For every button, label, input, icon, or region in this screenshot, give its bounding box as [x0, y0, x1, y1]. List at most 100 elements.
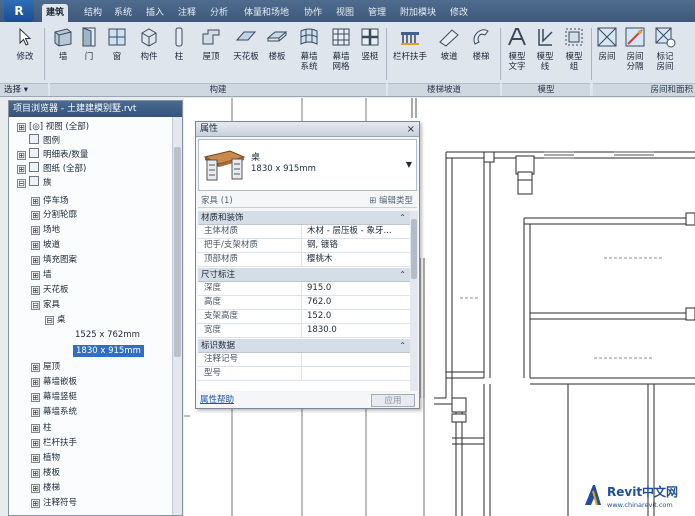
tab-insert[interactable]: 插入 [142, 4, 168, 22]
property-row[interactable]: 把手/支架材质 钢, 镀铬 [198, 239, 410, 253]
group-identity-data[interactable]: 标识数据 ⌃ [198, 339, 410, 353]
expand-icon[interactable]: ⊞ [31, 424, 40, 433]
tab-add-ins[interactable]: 附加模块 [396, 4, 440, 22]
expand-icon[interactable]: ⊞ [31, 408, 40, 417]
property-value[interactable]: 樱桃木 [303, 253, 410, 267]
expand-icon[interactable]: ⊞ [31, 454, 40, 463]
expand-icon[interactable]: ⊞ [31, 363, 40, 372]
application-menu-button[interactable]: R [4, 0, 34, 22]
apply-button[interactable]: 应用 [371, 394, 415, 407]
tab-modify[interactable]: 修改 [446, 4, 472, 22]
tab-collaborate[interactable]: 协作 [300, 4, 326, 22]
tab-systems[interactable]: 系统 [110, 4, 136, 22]
expand-icon[interactable]: ⊞ [31, 378, 40, 387]
tree-item-planting[interactable]: ⊞ 植物 [31, 451, 60, 465]
collapse-icon[interactable]: ⊟ [45, 316, 54, 325]
group-materials[interactable]: 材质和装饰 ⌃ [198, 211, 410, 225]
curtain-system-tool[interactable]: 幕墙 系统 [294, 26, 324, 82]
tree-item-curtain-mullions[interactable]: ⊞ 幕墙竖梃 [31, 390, 77, 404]
modify-tool[interactable]: 修改 [12, 26, 38, 82]
select-panel-dropdown[interactable]: 选择 ▾ [0, 83, 48, 96]
property-value[interactable] [303, 367, 410, 381]
property-value[interactable]: 1830.0 [303, 324, 410, 338]
tree-item-roofs[interactable]: ⊞ 屋顶 [31, 360, 60, 374]
type-selector[interactable]: 桌 1830 x 915mm ▼ [198, 139, 417, 191]
tree-item-parking[interactable]: ⊞ 停车场 [31, 194, 69, 208]
property-row[interactable]: 型号 [198, 367, 410, 381]
expand-icon[interactable]: ⊞ [31, 226, 40, 235]
tree-item-sheets[interactable]: ⊞ 图纸 (全部) [17, 162, 86, 176]
room-tool[interactable]: 房间 [594, 26, 620, 82]
property-row[interactable]: 顶部材质 樱桃木 [198, 253, 410, 267]
tree-item-views[interactable]: ⊞ [◎] 视图 (全部) [17, 120, 89, 134]
scrollbar-thumb[interactable] [411, 219, 417, 279]
expand-icon[interactable]: ⊞ [31, 393, 40, 402]
stair-tool[interactable]: 楼梯 [466, 26, 496, 82]
property-row[interactable]: 高度 762.0 [198, 296, 410, 310]
tree-item-columns[interactable]: ⊞ 柱 [31, 421, 52, 435]
tab-structure[interactable]: 结构 [80, 4, 106, 22]
property-value[interactable]: 钢, 镀铬 [303, 239, 410, 253]
expand-icon[interactable]: ⊞ [31, 241, 40, 250]
ramp-tool[interactable]: 坡道 [434, 26, 464, 82]
group-dimensions[interactable]: 尺寸标注 ⌃ [198, 268, 410, 282]
tree-item-fill-patterns[interactable]: ⊞ 填充图案 [31, 253, 77, 267]
tree-item-desk[interactable]: ⊟ 桌 [45, 313, 66, 327]
expand-icon[interactable]: ⊞ [31, 197, 40, 206]
tree-item-ceilings[interactable]: ⊞ 天花板 [31, 283, 69, 297]
instance-filter-dropdown[interactable]: 家具 (1) ⊞ 编辑类型 [198, 194, 417, 208]
floor-tool[interactable]: 楼板 [264, 26, 290, 82]
tree-item-schedules[interactable]: ⊞ 明细表/数量 [17, 148, 88, 162]
model-line-tool[interactable]: 模型线 [533, 26, 557, 82]
expand-icon[interactable]: ⊞ [31, 286, 40, 295]
tab-view[interactable]: 视图 [332, 4, 358, 22]
expand-icon[interactable]: ⊞ [31, 484, 40, 493]
railing-tool[interactable]: 栏杆扶手 [390, 26, 430, 82]
project-browser-scrollbar[interactable] [172, 117, 182, 515]
model-group-tool[interactable]: 模型组 [561, 26, 587, 82]
collapse-icon[interactable]: ⊟ [31, 301, 40, 310]
door-tool[interactable]: 门 [78, 26, 100, 82]
tree-item-legends[interactable]: 图例 [17, 134, 60, 148]
properties-scrollbar[interactable] [410, 211, 418, 391]
tree-item-railings[interactable]: ⊞ 栏杆扶手 [31, 436, 77, 450]
tree-item-profiles[interactable]: ⊞ 分割轮廓 [31, 208, 77, 222]
expand-icon[interactable]: ⊞ [31, 256, 40, 265]
roof-tool[interactable]: 屋顶 [196, 26, 226, 82]
expand-icon[interactable]: ⊞ [31, 499, 40, 508]
tab-analyze[interactable]: 分析 [206, 4, 232, 22]
expand-icon[interactable]: ⊞ [31, 469, 40, 478]
property-row[interactable]: 深度 915.0 [198, 282, 410, 296]
ceiling-tool[interactable]: 天花板 [230, 26, 262, 82]
tree-item-floors[interactable]: ⊞ 楼板 [31, 466, 60, 480]
property-value[interactable]: 762.0 [303, 296, 410, 310]
wall-tool[interactable]: 墙 [50, 26, 76, 82]
expand-icon[interactable]: ⊞ [31, 211, 40, 220]
property-value[interactable]: 915.0 [303, 282, 410, 296]
tab-architecture[interactable]: 建筑 [42, 4, 69, 22]
properties-help-link[interactable]: 属性帮助 [200, 394, 234, 407]
tab-annotate[interactable]: 注释 [174, 4, 200, 22]
edit-type-button[interactable]: ⊞ 编辑类型 [369, 194, 413, 208]
tree-item-site[interactable]: ⊞ 场地 [31, 223, 60, 237]
tree-item-annotation-symbols[interactable]: ⊞ 注释符号 [31, 496, 77, 510]
tree-item-curtain-panels[interactable]: ⊞ 幕墙嵌板 [31, 375, 77, 389]
property-row[interactable]: 宽度 1830.0 [198, 324, 410, 338]
tree-item-furniture[interactable]: ⊟ 家具 [31, 298, 60, 312]
property-row[interactable]: 支架高度 152.0 [198, 310, 410, 324]
room-separator-tool[interactable]: 房间 分隔 [622, 26, 648, 82]
expand-icon[interactable]: ⊞ [31, 271, 40, 280]
column-tool[interactable]: 柱 [168, 26, 190, 82]
properties-title-bar[interactable]: 属性 × [196, 122, 419, 137]
tree-item-families[interactable]: ⊟ 族 [17, 176, 52, 190]
property-value[interactable]: 152.0 [303, 310, 410, 324]
property-value[interactable] [303, 353, 410, 367]
property-row[interactable]: 注释记号 [198, 353, 410, 367]
tree-item-curtain-systems[interactable]: ⊞ 幕墙系统 [31, 405, 77, 419]
tree-item-type-1525x762[interactable]: 1525 x 762mm [75, 328, 140, 342]
expand-icon[interactable]: ⊞ [17, 123, 26, 132]
tree-item-type-1830x915[interactable]: 1830 x 915mm [73, 344, 144, 358]
expand-icon[interactable]: ⊞ [17, 151, 26, 160]
tag-room-tool[interactable]: 标记 房间 [650, 26, 680, 82]
scrollbar-thumb[interactable] [174, 147, 181, 357]
